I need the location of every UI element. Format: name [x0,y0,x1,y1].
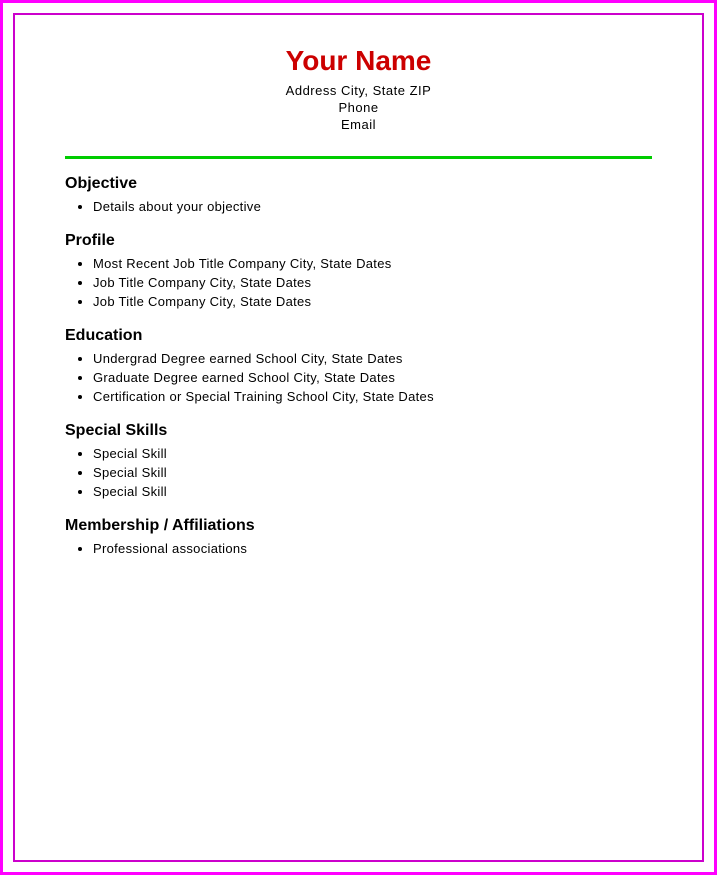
list-item: Special Skill [93,465,652,480]
list-item: Professional associations [93,541,652,556]
section-education: Education Undergrad Degree earned School … [65,327,652,404]
list-item: Details about your objective [93,199,652,214]
list-item: Most Recent Job Title Company City, Stat… [93,256,652,271]
section-profile: Profile Most Recent Job Title Company Cit… [65,232,652,309]
section-divider [65,156,652,159]
section-title-education: Education [65,327,652,345]
section-list-profile: Most Recent Job Title Company City, Stat… [93,256,652,309]
section-list-membership: Professional associations [93,541,652,556]
section-list-objective: Details about your objective [93,199,652,214]
email-line: Email [65,117,652,132]
section-list-education: Undergrad Degree earned School City, Sta… [93,351,652,404]
section-title-membership: Membership / Affiliations [65,517,652,535]
section-objective: Objective Details about your objective [65,175,652,214]
list-item: Special Skill [93,446,652,461]
section-title-special-skills: Special Skills [65,422,652,440]
resume-header: Your Name Address City, State ZIP Phone … [65,45,652,134]
name-heading: Your Name [65,45,652,77]
page-wrapper: Your Name Address City, State ZIP Phone … [0,0,717,875]
list-item: Graduate Degree earned School City, Stat… [93,370,652,385]
list-item: Certification or Special Training School… [93,389,652,404]
section-special-skills: Special SkillsSpecial SkillSpecial Skill… [65,422,652,499]
list-item: Job Title Company City, State Dates [93,275,652,290]
list-item: Job Title Company City, State Dates [93,294,652,309]
list-item: Special Skill [93,484,652,499]
section-title-objective: Objective [65,175,652,193]
sections-container: Objective Details about your objective Pro… [65,175,652,574]
section-membership: Membership / Affiliations Professional as… [65,517,652,556]
phone-line: Phone [65,100,652,115]
resume-container: Your Name Address City, State ZIP Phone … [13,13,704,862]
list-item: Undergrad Degree earned School City, Sta… [93,351,652,366]
address-line: Address City, State ZIP [65,83,652,98]
section-list-special-skills: Special Skill Special Skill Special Skill [93,446,652,499]
section-title-profile: Profile [65,232,652,250]
